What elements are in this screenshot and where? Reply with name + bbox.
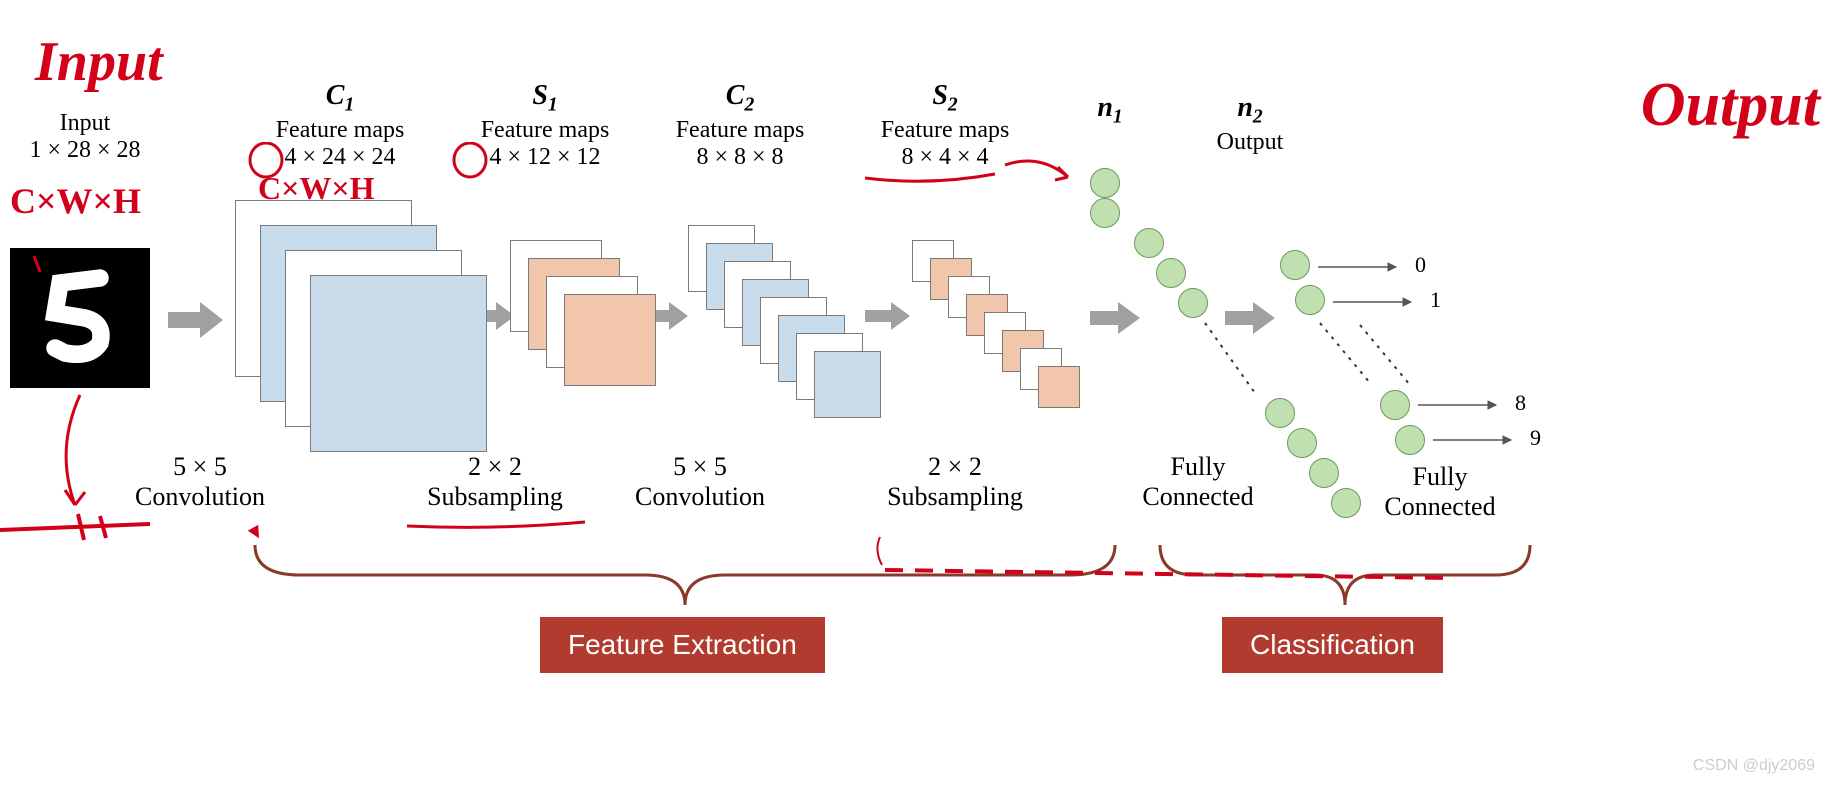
output-0: 0 — [1415, 252, 1426, 278]
ellipsis-icon — [1200, 318, 1260, 398]
output-arrow — [1318, 262, 1403, 272]
cursor-icon — [248, 525, 264, 541]
output-8: 8 — [1515, 390, 1526, 416]
arrow-icon — [1090, 300, 1140, 336]
n1-symbol: n1 — [1080, 92, 1140, 129]
arrow-annotation — [1000, 155, 1080, 195]
input-dim: 1 × 28 × 28 — [15, 137, 155, 164]
s2-title: Feature maps — [845, 117, 1045, 144]
underline-s2 — [860, 168, 1000, 188]
conv1-label: 5 × 5Convolution — [115, 452, 285, 512]
phase-feature-extraction: Feature Extraction — [540, 617, 825, 673]
output-arrow — [1333, 297, 1418, 307]
arrow-icon — [865, 300, 910, 332]
curved-arrow-down — [50, 390, 110, 520]
output-arrow — [1418, 400, 1503, 410]
s2-symbol: S2 — [845, 80, 1045, 117]
output-1: 1 — [1430, 287, 1441, 313]
n2-symbol: n2 — [1200, 92, 1300, 129]
underline-subsampling — [405, 518, 590, 533]
conv2-label: 5 × 5Convolution — [615, 452, 785, 512]
input-header: Input 1 × 28 × 28 — [15, 110, 155, 164]
digit-five-icon — [10, 248, 150, 388]
ellipsis-icon — [1355, 320, 1415, 390]
c2-symbol: C2 — [640, 80, 840, 117]
arrow-icon — [168, 300, 223, 340]
watermark: CSDN @djy2069 — [1693, 757, 1815, 775]
tick-mark — [32, 254, 47, 274]
c1-title: Feature maps — [240, 117, 440, 144]
handwritten-input: Input — [35, 30, 163, 94]
sub2-label: 2 × 2Subsampling — [870, 452, 1040, 512]
n2-title: Output — [1200, 129, 1300, 156]
red-dashed-line — [880, 560, 1460, 590]
c1-symbol: C1 — [240, 80, 440, 117]
sub1-label: 2 × 2Subsampling — [410, 452, 580, 512]
c2-title: Feature maps — [640, 117, 840, 144]
fc1-label: Fully Connected — [1128, 452, 1268, 512]
fc2-label: Fully Connected — [1370, 462, 1510, 522]
handwritten-cxwxh-1: C×W×H — [10, 180, 141, 222]
n2-header: n2 Output — [1200, 92, 1300, 156]
n1-header: n1 — [1080, 92, 1140, 129]
s1-title: Feature maps — [445, 117, 645, 144]
handwritten-output: Output — [1641, 70, 1820, 141]
s1-symbol: S1 — [445, 80, 645, 117]
c2-dim: 8 × 8 × 8 — [640, 144, 840, 171]
output-9: 9 — [1530, 425, 1541, 451]
input-image — [10, 248, 150, 388]
red-line-bottom-left — [0, 512, 160, 542]
output-arrow — [1433, 435, 1518, 445]
phase-classification: Classification — [1222, 617, 1443, 673]
circle-annotation-s1 — [452, 142, 492, 182]
c2-header: C2 Feature maps 8 × 8 × 8 — [640, 80, 840, 171]
input-title: Input — [15, 110, 155, 137]
